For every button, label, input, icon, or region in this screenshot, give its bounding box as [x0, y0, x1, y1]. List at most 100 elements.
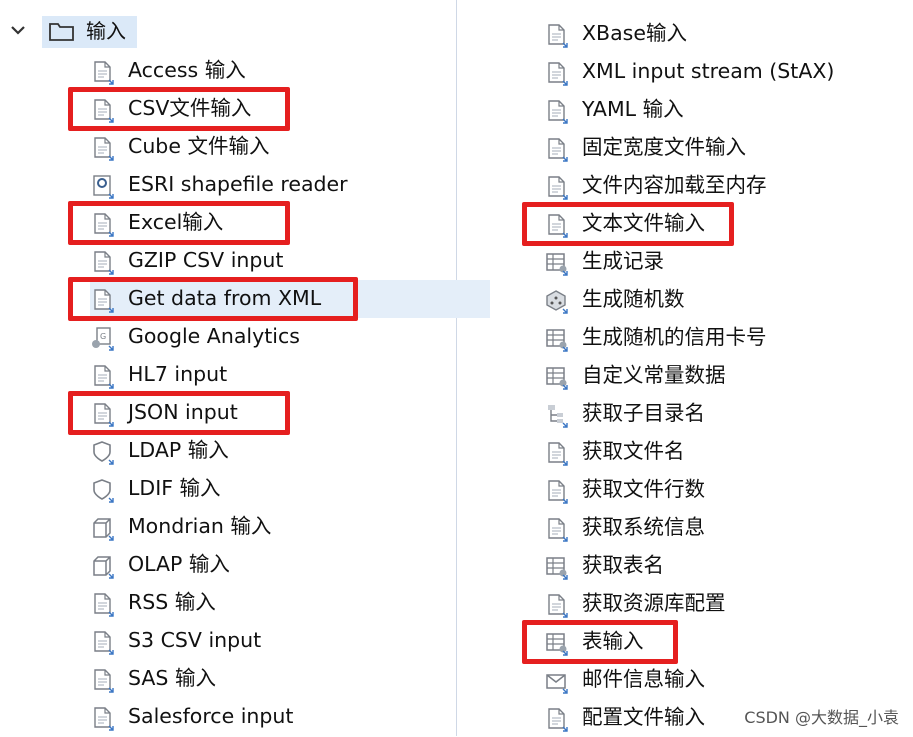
list-item-label: GZIP CSV input [128, 248, 284, 272]
list-item[interactable]: 生成随机数 [544, 281, 913, 319]
list-item[interactable]: CSV文件输入 [68, 87, 490, 131]
folder-tree-icon [544, 402, 568, 428]
list-item-label: Google Analytics [128, 324, 300, 348]
list-item-label: 获取资源库配置 [582, 591, 726, 615]
csv-file-icon [90, 97, 114, 123]
xml-stream-icon [544, 60, 568, 86]
file-load-icon [544, 174, 568, 200]
svg-text:G: G [100, 332, 106, 341]
list-item[interactable]: S3 CSV input [90, 622, 490, 660]
generate-rows-icon [544, 250, 568, 276]
list-item-label: HL7 input [128, 362, 228, 386]
xml-file-icon [90, 287, 114, 313]
file-name-icon [544, 440, 568, 466]
list-item[interactable]: HL7 input [90, 356, 490, 394]
right-column: XBase输入 XML input stream (StAX) YAML 输入固定宽… [457, 0, 913, 736]
list-item[interactable]: RSS 输入 [90, 584, 490, 622]
table-name-icon [544, 554, 568, 580]
list-item[interactable]: 固定宽度文件输入 [544, 129, 913, 167]
list-item[interactable]: Excel输入 [68, 201, 490, 245]
list-item[interactable]: ESRI shapefile reader [90, 166, 490, 204]
list-item-label: LDAP 输入 [128, 438, 229, 462]
list-item[interactable]: Cube 文件输入 [90, 128, 490, 166]
map-pin-icon [90, 173, 114, 199]
list-item[interactable]: 生成记录 [544, 243, 913, 281]
cube-icon [90, 553, 114, 579]
shield-icon [90, 477, 114, 503]
list-item[interactable]: 生成随机的信用卡号 [544, 319, 913, 357]
left-column: 输入 Access 输入 CSV文件输入 Cube 文件输入 ESRI shapefi… [0, 0, 490, 736]
repository-icon [544, 592, 568, 618]
list-item-label: YAML 输入 [582, 97, 684, 121]
list-item[interactable]: LDIF 输入 [90, 470, 490, 508]
list-item-label: S3 CSV input [128, 628, 262, 652]
list-item[interactable]: LDAP 输入 [90, 432, 490, 470]
list-item[interactable]: 自定义常量数据 [544, 357, 913, 395]
list-item-label: Get data from XML [128, 286, 322, 310]
list-item[interactable]: OLAP 输入 [90, 546, 490, 584]
config-file-icon [544, 706, 568, 732]
list-item-label: 邮件信息输入 [582, 667, 705, 691]
list-item[interactable]: Salesforce input [90, 698, 490, 736]
list-item[interactable]: Mondrian 输入 [90, 508, 490, 546]
list-item-label: SAS 输入 [128, 666, 216, 690]
list-item[interactable]: 获取表名 [544, 547, 913, 585]
list-item-label: OLAP 输入 [128, 552, 230, 576]
list-item[interactable]: 表输入 [522, 620, 913, 664]
list-item-label: RSS 输入 [128, 590, 216, 614]
dbf-file-icon [544, 22, 568, 48]
list-item-label: 获取文件行数 [582, 477, 705, 501]
folder-label: 输入 [86, 19, 126, 43]
list-item[interactable]: XML input stream (StAX) [544, 53, 913, 91]
list-item[interactable]: Access 输入 [90, 52, 490, 90]
list-item-label: 自定义常量数据 [582, 363, 726, 387]
salesforce-icon [90, 705, 114, 731]
list-item-label: 生成随机的信用卡号 [582, 325, 767, 349]
shield-icon [90, 439, 114, 465]
list-item[interactable]: 获取资源库配置 [544, 585, 913, 623]
cube-file-icon [90, 135, 114, 161]
list-item-label: CSV文件输入 [128, 96, 252, 120]
chevron-down-icon[interactable] [8, 20, 28, 40]
list-item[interactable]: 获取系统信息 [544, 509, 913, 547]
list-item[interactable]: JSON input [68, 391, 490, 435]
list-item-label: 生成记录 [582, 249, 664, 273]
list-item-label: XBase输入 [582, 21, 687, 45]
list-item-label: 获取子目录名 [582, 401, 705, 425]
list-item-label: ESRI shapefile reader [128, 172, 348, 196]
yaml-file-icon [544, 98, 568, 124]
table-input-icon [544, 630, 568, 656]
list-item[interactable]: 获取子目录名 [544, 395, 913, 433]
list-item[interactable]: XBase输入 [544, 15, 913, 53]
list-item[interactable]: 邮件信息输入 [544, 661, 913, 699]
table-gear-icon [544, 364, 568, 390]
list-item-label: LDIF 输入 [128, 476, 221, 500]
list-item-label: 获取表名 [582, 553, 664, 577]
list-item[interactable]: 文本文件输入 [522, 202, 913, 246]
folder-row-input[interactable]: 输入 [0, 14, 456, 52]
list-item-label: 固定宽度文件输入 [582, 135, 746, 159]
list-item[interactable]: Get data from XML [68, 277, 490, 321]
sas-file-icon [90, 667, 114, 693]
list-item[interactable]: SAS 输入 [90, 660, 490, 698]
list-item-label: 表输入 [582, 629, 644, 653]
excel-file-icon [90, 211, 114, 237]
list-item-label: 生成随机数 [582, 287, 685, 311]
list-item-label: Salesforce input [128, 704, 294, 728]
list-item[interactable]: 获取文件名 [544, 433, 913, 471]
system-info-icon [544, 516, 568, 542]
list-item[interactable]: YAML 输入 [544, 91, 913, 129]
list-item-label: 获取文件名 [582, 439, 685, 463]
list-item-label: 文件内容加载至内存 [582, 173, 767, 197]
list-item[interactable]: GZIP CSV input [90, 242, 490, 280]
rss-icon [90, 591, 114, 617]
folder-icon [48, 20, 76, 42]
list-item-label: Cube 文件输入 [128, 134, 270, 158]
json-file-icon [90, 401, 114, 427]
list-item[interactable]: 文件内容加载至内存 [544, 167, 913, 205]
list-item[interactable]: 获取文件行数 [544, 471, 913, 509]
list-item[interactable]: G Google Analytics [90, 318, 490, 356]
list-item-label: 文本文件输入 [582, 211, 705, 235]
s3-file-icon [90, 629, 114, 655]
access-file-icon [90, 59, 114, 85]
